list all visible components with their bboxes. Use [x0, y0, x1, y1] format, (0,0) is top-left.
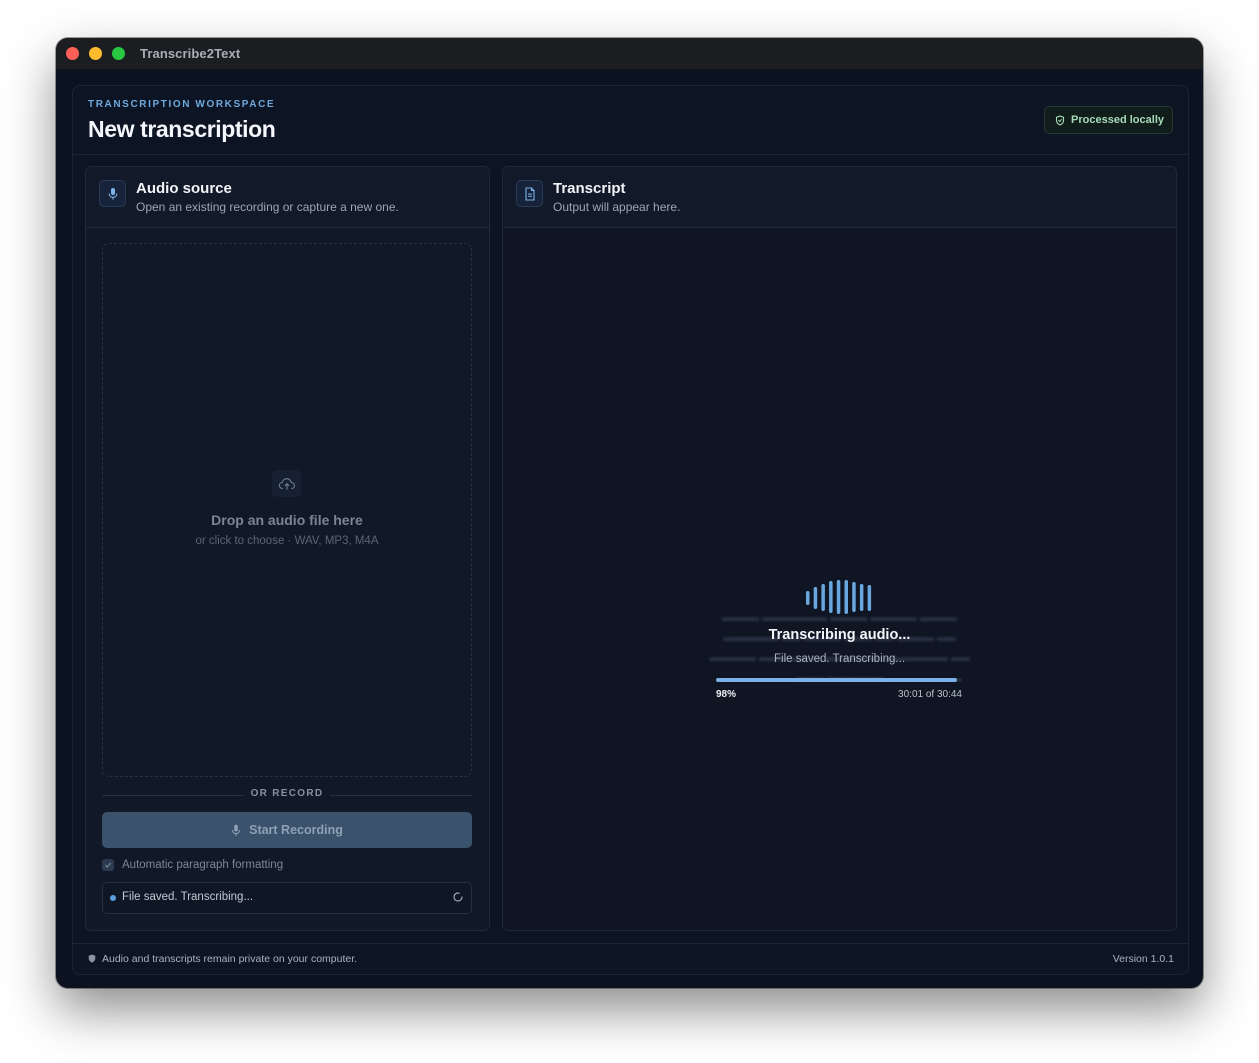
microphone-icon: [232, 824, 241, 836]
transcribing-status: File saved. Transcribing...: [773, 653, 906, 665]
spinner-icon: [453, 892, 463, 902]
microphone-icon: [108, 187, 117, 200]
document-icon: [524, 186, 535, 201]
window-title: Transcribe2Text: [140, 46, 241, 61]
transcribing-title: Transcribing audio...: [768, 627, 911, 643]
transcription-progress-fill: [716, 678, 958, 682]
or-record-divider: OR RECORD: [102, 788, 472, 802]
empty-state-backdrop: ▂▂▂▂ ▂▂▂▂▂▂▂ ▂▂▂▂ ▂▂▂▂▂ ▂▂▂▂ ▂▂▂▂▂▂ ▂▂ ▂…: [709, 607, 970, 681]
section-eyebrow: TRANSCRIPTION WORKSPACE: [88, 99, 276, 110]
audio-waveform-icon: [806, 580, 872, 614]
status-indicator-dot: [110, 895, 116, 901]
dropzone-icon-box: [272, 470, 301, 497]
transcript-body: ▂▂▂▂ ▂▂▂▂▂▂▂ ▂▂▂▂ ▂▂▂▂▂ ▂▂▂▂ ▂▂▂▂▂▂ ▂▂ ▂…: [503, 228, 1176, 930]
audio-source-icon-box: [99, 180, 126, 207]
footer: Audio and transcripts remain private on …: [73, 943, 1188, 974]
auto-format-row: Automatic paragraph formatting: [102, 858, 283, 872]
transcript-title: Transcript: [553, 180, 626, 197]
start-recording-label: Start Recording: [249, 823, 343, 837]
close-window-button[interactable]: [66, 47, 79, 60]
shield-check-icon: [1055, 114, 1065, 126]
transcript-subtitle: Output will appear here.: [553, 200, 681, 214]
dropzone-subtitle: or click to choose · WAV, MP3, M4A: [195, 535, 379, 547]
transcript-panel: Transcript Output will appear here. ▂▂▂▂…: [502, 166, 1177, 931]
audio-source-subtitle: Open an existing recording or capture a …: [136, 200, 399, 214]
page-title: New transcription: [88, 116, 276, 142]
audio-dropzone[interactable]: Drop an audio file here or click to choo…: [102, 243, 472, 777]
transcript-icon-box: [516, 180, 543, 207]
version-label: Version 1.0.1: [1112, 953, 1174, 965]
status-text: File saved. Transcribing...: [122, 891, 254, 903]
badge-label: Processed locally: [1071, 114, 1164, 126]
workspace: TRANSCRIPTION WORKSPACE New transcriptio…: [72, 85, 1189, 975]
auto-format-label: Automatic paragraph formatting: [122, 859, 284, 871]
app-window: Transcribe2Text TRANSCRIPTION WORKSPACE …: [56, 38, 1203, 988]
processed-locally-badge: Processed locally: [1044, 106, 1173, 134]
transcription-progress-bar: [716, 678, 962, 682]
minimize-window-button[interactable]: [89, 47, 102, 60]
audio-source-header: Audio source Open an existing recording …: [86, 167, 489, 228]
dropzone-title: Drop an audio file here: [211, 512, 363, 528]
privacy-note: Audio and transcripts remain private on …: [102, 953, 358, 965]
audio-source-title: Audio source: [136, 180, 232, 197]
page-header: TRANSCRIPTION WORKSPACE New transcriptio…: [73, 86, 1188, 155]
divider-line-right: [330, 795, 472, 796]
status-bar: File saved. Transcribing...: [102, 882, 472, 914]
checkmark-icon: [104, 862, 112, 868]
audio-source-panel: Audio source Open an existing recording …: [85, 166, 490, 931]
zoom-window-button[interactable]: [112, 47, 125, 60]
auto-format-checkbox[interactable]: [102, 859, 114, 871]
title-bar: Transcribe2Text: [56, 38, 1203, 69]
cloud-upload-icon: [278, 477, 295, 490]
shield-icon: [88, 954, 96, 963]
start-recording-button[interactable]: Start Recording: [102, 812, 472, 848]
transcript-header: Transcript Output will appear here.: [503, 167, 1176, 228]
progress-timecode: 30:01 of 30:44: [898, 689, 962, 700]
divider-label: OR RECORD: [250, 788, 324, 799]
